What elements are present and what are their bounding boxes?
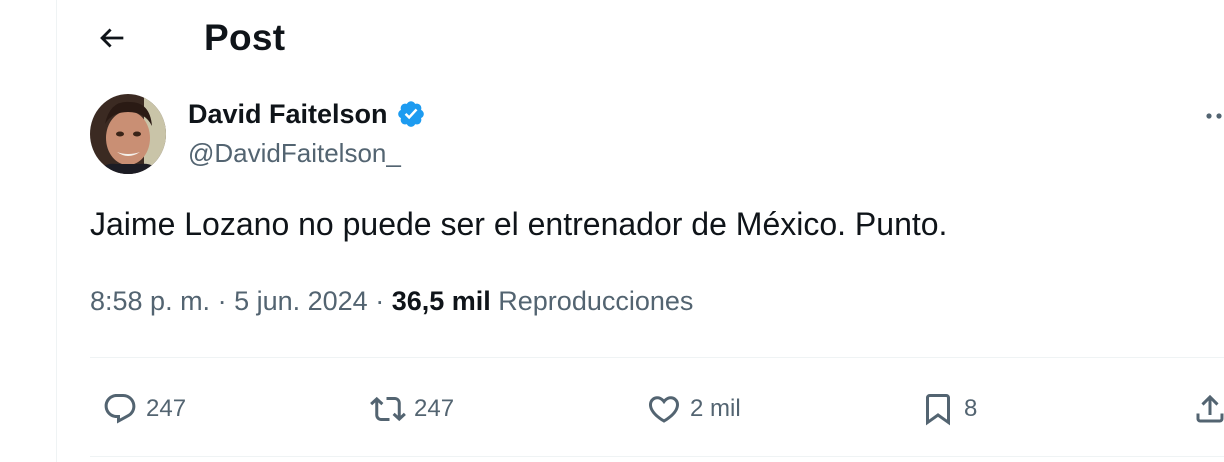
post-header: Post: [92, 14, 285, 62]
reply-icon: [104, 394, 136, 424]
more-button[interactable]: [1204, 96, 1224, 136]
verified-badge-icon: [397, 101, 424, 127]
tweet-meta: 8:58 p. m. · 5 jun. 2024 · 36,5 mil Repr…: [90, 286, 693, 317]
tweet-time[interactable]: 8:58 p. m.: [90, 286, 210, 316]
author-block: David Faitelson @DavidFaitelson_: [90, 94, 426, 174]
divider: [90, 357, 1224, 358]
views-label: Reproducciones: [498, 286, 694, 316]
tweet-date[interactable]: 5 jun. 2024: [234, 286, 368, 316]
reply-count: 247: [146, 395, 187, 422]
bookmark-icon: [926, 394, 950, 426]
like-count: 2 mil: [690, 395, 741, 422]
views-count: 36,5 mil: [391, 286, 491, 316]
bookmark-button[interactable]: 8: [920, 384, 977, 434]
reply-button[interactable]: 247: [102, 384, 186, 434]
back-arrow-icon: [100, 28, 124, 48]
like-icon: [648, 396, 680, 423]
like-button[interactable]: 2 mil: [646, 384, 741, 434]
author-name[interactable]: David Faitelson: [188, 99, 388, 130]
bookmark-count: 8: [964, 395, 978, 422]
tweet-text: Jaime Lozano no puede ser el entrenador …: [90, 206, 948, 242]
action-bar: 247 247 2 mil 8: [0, 384, 1224, 434]
repost-count: 247: [414, 395, 455, 422]
meta-separator: ·: [367, 286, 392, 316]
more-icon: [1206, 113, 1222, 119]
page-title: Post: [204, 17, 286, 58]
share-button[interactable]: [1192, 384, 1224, 434]
repost-icon: [370, 396, 406, 422]
author-handle[interactable]: @DavidFaitelson_: [188, 138, 426, 169]
back-button[interactable]: [92, 18, 132, 58]
meta-separator: ·: [210, 286, 235, 316]
share-icon: [1196, 394, 1224, 423]
avatar[interactable]: [90, 94, 166, 174]
divider: [90, 456, 1224, 457]
repost-button[interactable]: 247: [370, 384, 454, 434]
